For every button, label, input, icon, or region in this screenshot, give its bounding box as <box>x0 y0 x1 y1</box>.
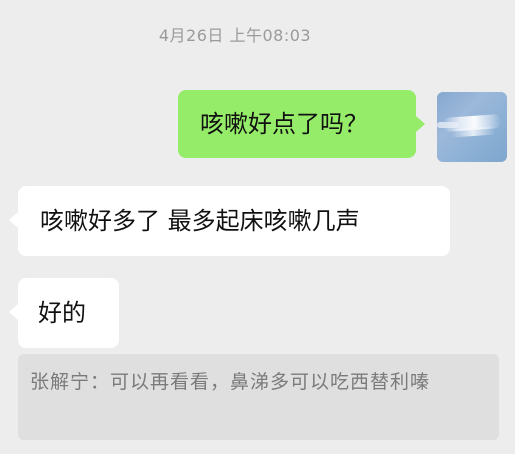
chat-timestamp: 4月26日 上午08:03 <box>158 26 312 45</box>
bubble-tail <box>9 212 18 228</box>
bubble-tail <box>416 116 425 132</box>
bubble-tail <box>9 304 18 320</box>
incoming-message-bubble[interactable]: 好的 <box>9 278 119 348</box>
quoted-message-text: 张解宁：可以再看看，鼻涕多可以吃西替利嗪 <box>30 371 431 393</box>
bottom-edge <box>0 446 515 454</box>
message-text: 咳嗽好点了吗？ <box>200 110 368 138</box>
avatar-cloud <box>450 126 496 138</box>
user-avatar[interactable] <box>437 92 507 162</box>
quoted-message[interactable]: 张解宁：可以再看看，鼻涕多可以吃西替利嗪 <box>18 354 499 440</box>
message-text: 好的 <box>38 299 86 327</box>
outgoing-message-bubble[interactable]: 咳嗽好点了吗？ <box>178 90 425 158</box>
incoming-message-bubble[interactable]: 咳嗽好多了 最多起床咳嗽几声 <box>9 186 450 256</box>
message-text: 咳嗽好多了 最多起床咳嗽几声 <box>40 207 360 235</box>
